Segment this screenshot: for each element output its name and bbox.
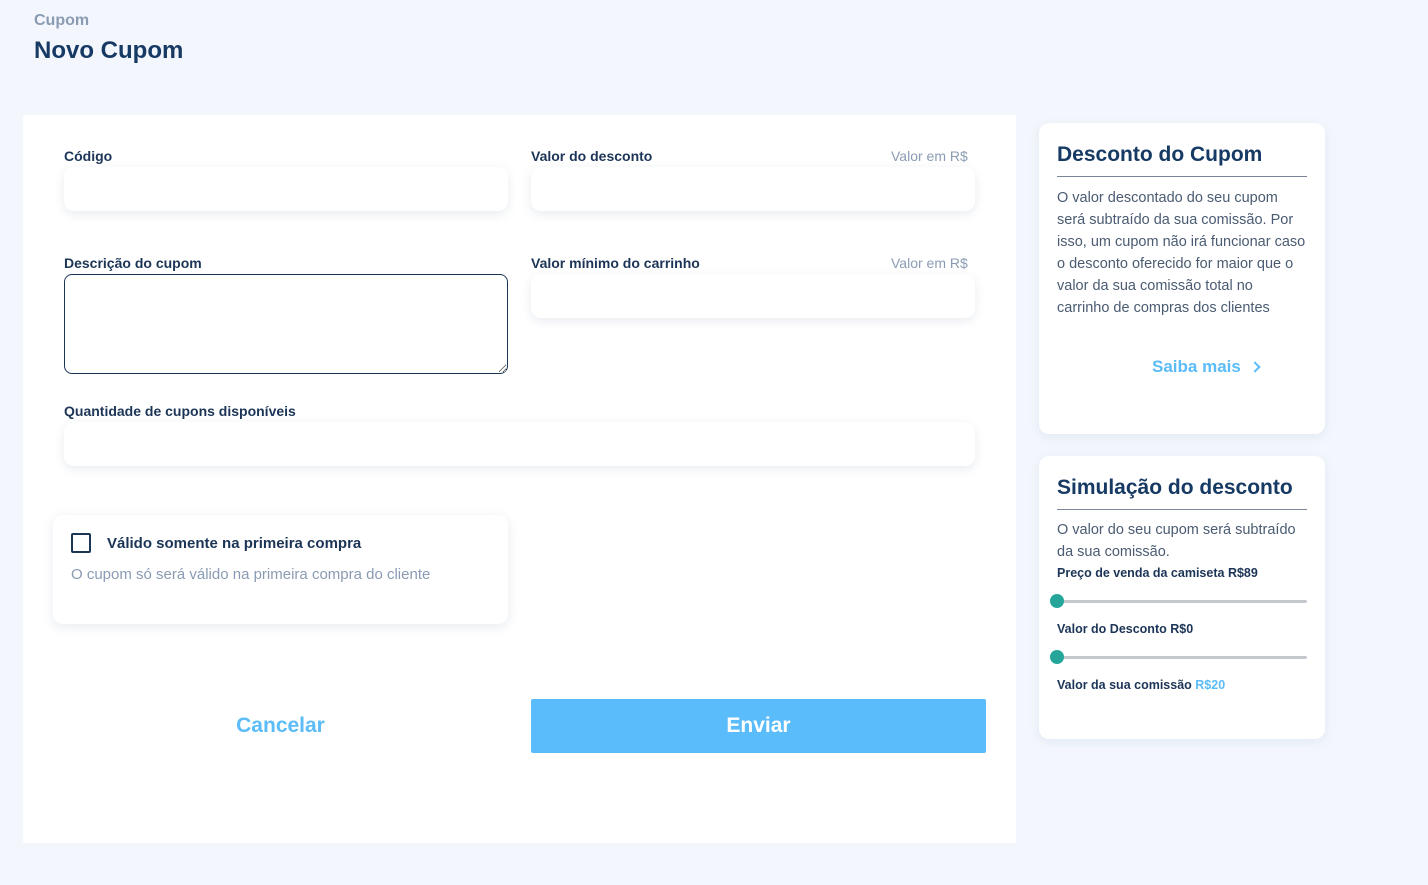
- discount-info-title: Desconto do Cupom: [1057, 123, 1307, 177]
- discount-value-input[interactable]: [531, 167, 975, 211]
- code-label: Código: [64, 148, 113, 164]
- chevron-right-icon: [1249, 361, 1261, 373]
- min-cart-value-hint: Valor em R$: [891, 255, 968, 271]
- simulation-text: O valor do seu cupom será subtraído da s…: [1057, 522, 1296, 560]
- price-slider[interactable]: [1050, 594, 1307, 608]
- min-cart-value-label: Valor mínimo do carrinho: [531, 255, 700, 271]
- commission-row: Valor da sua comissão R$20: [1057, 678, 1307, 692]
- discount-slider-track: [1057, 656, 1307, 659]
- first-purchase-label[interactable]: Válido somente na primeira compra: [107, 535, 361, 552]
- discount-label: Valor do Desconto: [1057, 622, 1167, 636]
- learn-more-label: Saiba mais: [1152, 357, 1241, 376]
- discount-info-card: Desconto do Cupom O valor descontado do …: [1039, 123, 1325, 434]
- price-slider-thumb[interactable]: [1050, 594, 1064, 608]
- first-purchase-description: O cupom só será válido na primeira compr…: [71, 566, 431, 583]
- simulation-title: Simulação do desconto: [1057, 456, 1307, 510]
- discount-value: R$0: [1170, 622, 1194, 636]
- price-label: Preço de venda da camiseta: [1057, 566, 1225, 580]
- learn-more-link[interactable]: Saiba mais: [1152, 357, 1261, 377]
- discount-info-text: O valor descontado do seu cupom será sub…: [1057, 190, 1306, 316]
- description-textarea[interactable]: [64, 274, 508, 374]
- price-slider-track: [1057, 600, 1307, 603]
- first-purchase-card: Válido somente na primeira compra O cupo…: [53, 515, 508, 624]
- discount-value-hint: Valor em R$: [891, 148, 968, 164]
- discount-slider[interactable]: [1050, 650, 1307, 664]
- first-purchase-checkbox[interactable]: [71, 533, 91, 553]
- commission-label: Valor da sua comissão: [1057, 678, 1192, 692]
- discount-simulation-card: Simulação do desconto O valor do seu cup…: [1039, 456, 1325, 739]
- quantity-input[interactable]: [64, 422, 975, 466]
- discount-slider-thumb[interactable]: [1050, 650, 1064, 664]
- page-title: Novo Cupom: [34, 37, 184, 64]
- discount-value-label: Valor do desconto: [531, 148, 653, 164]
- min-cart-value-input[interactable]: [531, 274, 975, 318]
- code-input[interactable]: [64, 167, 508, 211]
- discount-row: Valor do Desconto R$0: [1057, 622, 1307, 636]
- breadcrumb: Cupom: [34, 12, 90, 29]
- coupon-form: Código Valor do desconto Valor em R$ Des…: [23, 115, 1016, 843]
- quantity-label: Quantidade de cupons disponíveis: [64, 403, 296, 419]
- price-value: R$89: [1227, 566, 1258, 580]
- submit-button[interactable]: Enviar: [531, 699, 986, 753]
- price-row: Preço de venda da camiseta R$89: [1057, 566, 1307, 580]
- description-label: Descrição do cupom: [64, 255, 202, 271]
- commission-value: R$20: [1195, 678, 1226, 692]
- cancel-button[interactable]: Cancelar: [118, 699, 443, 753]
